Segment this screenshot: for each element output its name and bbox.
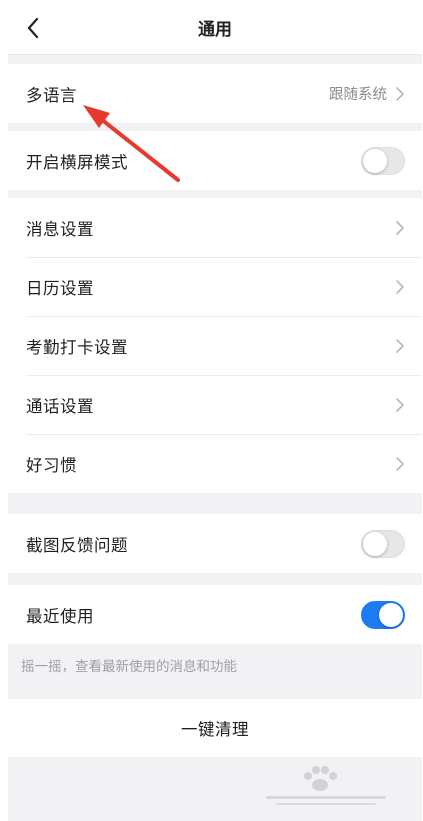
language-label: 多语言: [26, 85, 77, 105]
watermark-logo: [266, 766, 386, 805]
chevron-right-icon: [396, 86, 404, 101]
recent-use-group: 最近使用: [8, 585, 422, 644]
settings-item-calendar[interactable]: 日历设置: [8, 257, 422, 316]
chevron-right-icon: [396, 279, 404, 294]
screenshot-feedback-row: 截图反馈问题: [8, 514, 422, 573]
recent-use-label: 最近使用: [26, 606, 94, 626]
toggle-knob: [379, 602, 403, 627]
screenshot-feedback-toggle[interactable]: [361, 529, 405, 558]
landscape-toggle[interactable]: [361, 146, 405, 175]
settings-list-group: 消息设置 日历设置 考勤打卡设置 通话设置 好习惯: [8, 198, 422, 493]
settings-item-call[interactable]: 通话设置: [8, 375, 422, 434]
recent-use-row: 最近使用: [8, 585, 422, 644]
settings-item-label: 消息设置: [26, 219, 94, 239]
settings-item-attendance[interactable]: 考勤打卡设置: [8, 316, 422, 375]
chevron-right-icon: [396, 397, 404, 412]
recent-use-toggle[interactable]: [361, 600, 405, 629]
screenshot-feedback-group: 截图反馈问题: [8, 514, 422, 573]
landscape-row: 开启横屏模式: [8, 131, 422, 190]
page-title: 通用: [198, 20, 232, 40]
nav-bar: 通用: [8, 0, 422, 55]
recent-use-hint: 摇一摇，查看最新使用的消息和功能: [21, 659, 237, 675]
language-group: 多语言 跟随系统: [8, 64, 422, 123]
chevron-right-icon: [396, 456, 404, 471]
language-row[interactable]: 多语言 跟随系统: [8, 64, 422, 123]
settings-item-label: 日历设置: [26, 278, 94, 298]
settings-item-label: 通话设置: [26, 396, 94, 416]
settings-item-label: 考勤打卡设置: [26, 337, 128, 357]
settings-item-label: 好习惯: [26, 455, 77, 475]
chevron-right-icon: [396, 220, 404, 235]
settings-screen: 通用 多语言 跟随系统 开启横屏模式 消息设置 日历设置 考勤打卡设置 通话设置…: [8, 0, 422, 821]
one-click-clear-button[interactable]: 一键清理: [8, 699, 422, 757]
landscape-label: 开启横屏模式: [26, 152, 128, 172]
settings-item-message[interactable]: 消息设置: [8, 198, 422, 257]
language-value: 跟随系统: [329, 87, 387, 103]
settings-item-habits[interactable]: 好习惯: [8, 434, 422, 493]
landscape-group: 开启横屏模式: [8, 131, 422, 190]
screenshot-feedback-label: 截图反馈问题: [26, 535, 128, 555]
toggle-knob: [363, 531, 387, 556]
toggle-knob: [363, 148, 387, 173]
chevron-right-icon: [396, 338, 404, 353]
